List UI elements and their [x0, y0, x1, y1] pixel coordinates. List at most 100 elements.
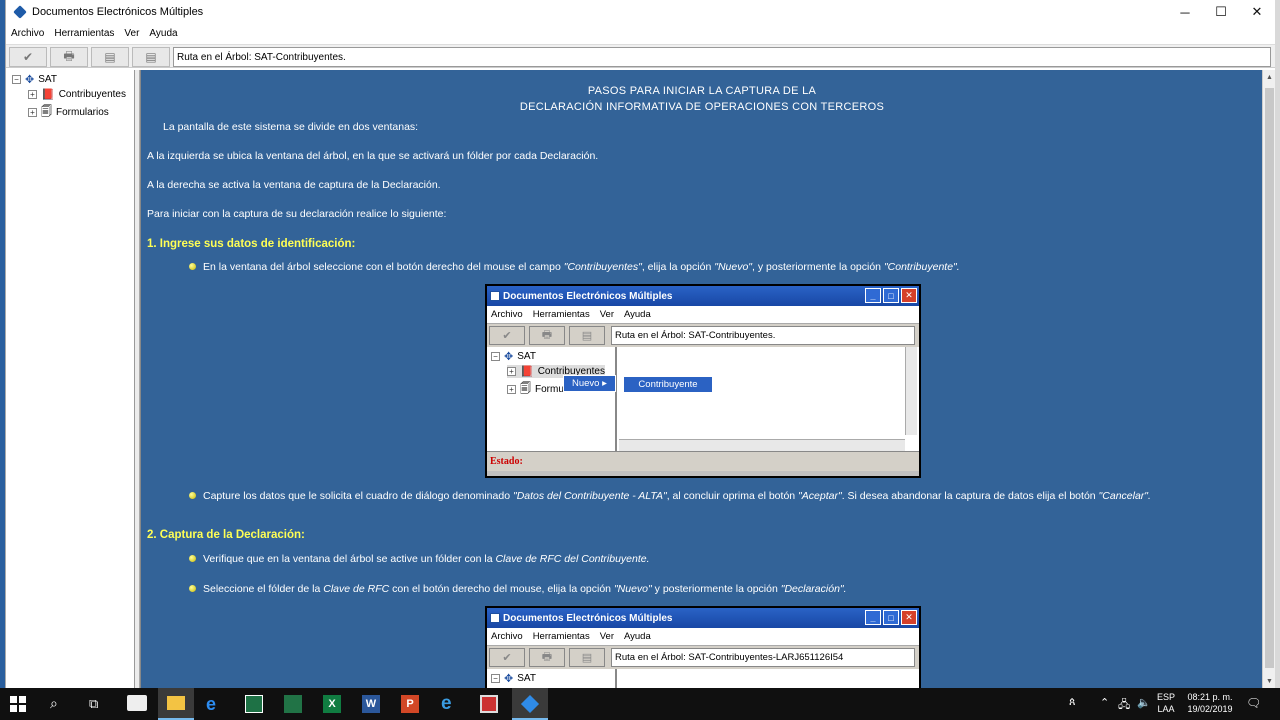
- menu-ver[interactable]: Ver: [124, 28, 139, 39]
- taskbar: ⌕ ⧉ e X W P e ጰ ⌃ 🖧 🔈 ESP LAA 08:21 p. m…: [0, 688, 1280, 720]
- collapse-icon[interactable]: −: [12, 75, 21, 84]
- maximize-icon: □: [883, 610, 899, 625]
- network-icon[interactable]: 🖧: [1118, 696, 1130, 715]
- close-icon: ✕: [901, 288, 917, 303]
- check-icon: ✔: [489, 648, 525, 667]
- example-route: Ruta en el Árbol: SAT-Contribuyentes.: [611, 326, 915, 345]
- maximize-button[interactable]: ☐: [1203, 0, 1239, 24]
- app-icon: [490, 613, 500, 623]
- intro-text-4: Para iniciar con la captura de su declar…: [147, 208, 447, 220]
- example-tree: − ✥ SAT: [487, 669, 617, 688]
- step-1-1: En la ventana del árbol seleccione con e…: [203, 261, 960, 273]
- ie-icon[interactable]: e: [441, 693, 452, 715]
- menu-archivo[interactable]: Archivo: [11, 28, 44, 39]
- minimize-button[interactable]: ─: [1167, 0, 1203, 24]
- excel-icon-2[interactable]: [284, 695, 302, 713]
- example-node-label: SAT: [517, 351, 536, 362]
- search-icon[interactable]: ⌕: [50, 695, 58, 712]
- example-node-label: SAT: [517, 673, 536, 684]
- collapse-icon: −: [491, 352, 500, 361]
- clock[interactable]: 08:21 p. m. 19/02/2019: [1184, 691, 1236, 715]
- intro-text-3: A la derecha se activa la ventana de cap…: [147, 179, 441, 191]
- example-menu-item: Herramientas: [532, 631, 590, 642]
- word-icon[interactable]: W: [362, 695, 380, 713]
- tree-node-formularios[interactable]: + 🗐 Formularios: [28, 103, 109, 122]
- example-right-pane: [619, 347, 917, 451]
- tree-node-sat[interactable]: − ✥ SAT: [12, 73, 57, 86]
- people-icon[interactable]: ጰ: [1069, 696, 1076, 709]
- print-button[interactable]: 🖶: [50, 47, 88, 67]
- scroll-thumb[interactable]: [1265, 88, 1274, 668]
- heading-line-1: PASOS PARA INICIAR LA CAPTURA DE LA: [587, 85, 817, 97]
- task-view-icon[interactable]: ⧉: [89, 696, 98, 712]
- bullet-icon: [189, 585, 196, 592]
- example-body: − ✥ SAT: [487, 669, 919, 688]
- keyboard-layout: LAA: [1157, 704, 1175, 714]
- minimize-icon: _: [865, 288, 881, 303]
- excel-sheet-icon[interactable]: [245, 695, 263, 713]
- example-window-controls: _ □ ✕: [865, 610, 917, 625]
- expand-icon: +: [507, 367, 516, 376]
- language-indicator[interactable]: ESP LAA: [1157, 691, 1175, 715]
- example-screenshot-2: Documentos Electrónicos Múltiples _ □ ✕ …: [485, 606, 921, 688]
- intro-text-1: La pantalla de este sistema se divide en…: [163, 121, 419, 133]
- intro-text-2: A la izquierda se ubica la ventana del á…: [147, 150, 599, 162]
- tree-node-label: SAT: [38, 74, 57, 85]
- step-2-2: Seleccione el fólder de la Clave de RFC …: [203, 583, 847, 595]
- start-icon[interactable]: [10, 696, 26, 712]
- excel-icon[interactable]: X: [323, 695, 341, 713]
- file-explorer-icon[interactable]: [158, 688, 194, 720]
- scroll-down-icon[interactable]: ▼: [1263, 674, 1276, 688]
- example-body: − ✥ SAT + 📕 Contribuyentes + 🗐 Formu Nue…: [487, 347, 919, 451]
- dem-app-icon[interactable]: [512, 688, 548, 720]
- app-icon: [13, 5, 27, 19]
- example-menu-item: Herramientas: [532, 309, 590, 320]
- example-title: Documentos Electrónicos Múltiples: [503, 612, 673, 624]
- check-icon: ✔: [489, 326, 525, 345]
- list-button[interactable]: ▤: [132, 47, 170, 67]
- expand-icon[interactable]: +: [28, 90, 37, 99]
- example-node-label: Formu: [535, 384, 564, 395]
- forms-icon: 🗐: [41, 106, 52, 118]
- example-title-bar: Documentos Electrónicos Múltiples _ □ ✕: [487, 608, 919, 628]
- mail-icon[interactable]: [127, 695, 147, 711]
- tree-node-label: Formularios: [56, 107, 109, 118]
- app-save-icon[interactable]: [480, 695, 498, 713]
- collapse-icon: −: [491, 674, 500, 683]
- close-button[interactable]: ✕: [1239, 0, 1275, 24]
- section-1-title: 1. Ingrese sus datos de identificación:: [147, 238, 356, 250]
- content-scrollbar[interactable]: ▲ ▼: [1262, 70, 1275, 688]
- stack-icon: ▤: [569, 326, 605, 345]
- tray-chevron-icon[interactable]: ⌃: [1100, 696, 1109, 709]
- example-title-bar: Documentos Electrónicos Múltiples _ □ ✕: [487, 286, 919, 306]
- app-icon: [490, 291, 500, 301]
- notifications-icon[interactable]: 🗨: [1246, 696, 1261, 710]
- clock-time: 08:21 p. m.: [1187, 692, 1233, 702]
- forms-icon: 🗐: [520, 383, 531, 395]
- tree-node-contribuyentes[interactable]: + 📕 Contribuyentes: [28, 88, 126, 101]
- edge-icon[interactable]: e: [206, 694, 216, 715]
- window-title: Documentos Electrónicos Múltiples: [32, 6, 204, 18]
- menu-herramientas[interactable]: Herramientas: [54, 28, 114, 39]
- menu-ayuda[interactable]: Ayuda: [149, 28, 177, 39]
- example-status: Estado:: [487, 451, 919, 471]
- context-menu-contribuyente: Contribuyente: [623, 376, 713, 393]
- volume-icon[interactable]: 🔈: [1137, 696, 1151, 709]
- close-icon: ✕: [901, 610, 917, 625]
- example-menu-item: Ver: [599, 631, 614, 642]
- minimize-icon: _: [865, 610, 881, 625]
- window-controls: ─ ☐ ✕: [1167, 0, 1275, 24]
- maximize-icon: □: [883, 288, 899, 303]
- menu-bar: Archivo Herramientas Ver Ayuda: [6, 25, 1275, 42]
- example-toolbar: ✔ 🖶 ▤ Ruta en el Árbol: SAT-Contribuyent…: [487, 323, 919, 347]
- section-2-title: 2. Captura de la Declaración:: [147, 529, 305, 541]
- powerpoint-icon[interactable]: P: [401, 695, 419, 713]
- book-icon: 📕: [520, 366, 534, 378]
- context-menu-nuevo: Nuevo ▸: [563, 375, 616, 392]
- scroll-up-icon[interactable]: ▲: [1263, 70, 1276, 84]
- printer-icon: 🖶: [63, 48, 75, 63]
- expand-icon: +: [507, 385, 516, 394]
- stack-button[interactable]: ▤: [91, 47, 129, 67]
- accept-button[interactable]: ✔: [9, 47, 47, 67]
- expand-icon[interactable]: +: [28, 108, 37, 117]
